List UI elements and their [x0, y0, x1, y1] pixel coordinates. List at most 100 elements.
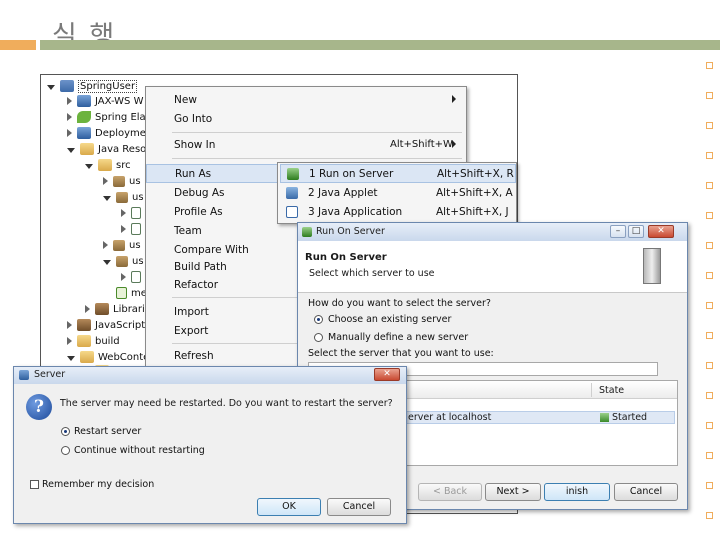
collapse-icon[interactable]: [67, 113, 72, 121]
expand-icon[interactable]: [103, 195, 111, 201]
tree-item-label: src: [116, 159, 131, 171]
maximize-button[interactable]: □: [628, 225, 644, 238]
tree-item[interactable]: Deployme: [67, 125, 146, 141]
next-button[interactable]: Next >: [485, 483, 541, 501]
tree-item[interactable]: us: [103, 173, 141, 189]
tree-item-label: us: [132, 191, 144, 203]
collapse-icon[interactable]: [121, 209, 126, 217]
menu-item-label: Refactor: [174, 278, 219, 291]
server-state: Started: [612, 412, 648, 423]
radio-continue-without-restart[interactable]: [61, 446, 70, 455]
menu-item-label: Debug As: [174, 186, 225, 199]
close-button[interactable]: ✕: [648, 225, 674, 238]
ok-button[interactable]: OK: [257, 498, 321, 516]
tree-item[interactable]: [121, 205, 145, 221]
bullet-square: [706, 212, 713, 219]
restart-message: The server may need be restarted. Do you…: [60, 398, 393, 409]
collapse-icon[interactable]: [85, 305, 90, 313]
menu-item-label: Build Path: [174, 260, 227, 273]
collapse-icon[interactable]: [67, 97, 72, 105]
tree-item[interactable]: us: [103, 253, 144, 269]
submenu-item-java-application[interactable]: 3 Java Application Alt+Shift+X, J: [280, 202, 516, 221]
option-continue-label: Continue without restarting: [74, 445, 205, 456]
tree-item[interactable]: build: [67, 333, 120, 349]
java-file-icon: [131, 207, 141, 219]
collapse-icon[interactable]: [121, 273, 126, 281]
radio-manual-server[interactable]: [314, 333, 323, 342]
tree-item[interactable]: JavaScriptU: [67, 317, 152, 333]
tree-item[interactable]: Java Resou: [67, 141, 153, 157]
tree-item[interactable]: src: [85, 157, 131, 173]
web-folder-icon: [80, 351, 94, 363]
bullet-square: [706, 302, 713, 309]
column-header-state[interactable]: State: [599, 385, 624, 396]
tree-item[interactable]: me: [116, 285, 147, 301]
tree-item[interactable]: [121, 269, 145, 285]
collapse-icon[interactable]: [67, 337, 72, 345]
expand-icon[interactable]: [47, 84, 55, 90]
cancel-button[interactable]: Cancel: [327, 498, 391, 516]
menu-item-profile-as[interactable]: Profile As: [146, 202, 278, 221]
menu-item-debug-as[interactable]: Debug As: [146, 183, 278, 202]
collapse-icon[interactable]: [103, 241, 108, 249]
tree-item[interactable]: us: [103, 237, 141, 253]
menu-item-team[interactable]: Team: [146, 221, 278, 240]
menu-item-new[interactable]: New: [146, 90, 456, 109]
menu-item-label: Run As: [175, 167, 212, 180]
expand-icon[interactable]: [67, 355, 75, 361]
menu-item-refresh[interactable]: Refresh: [146, 346, 278, 365]
menu-item-refactor[interactable]: Refactor: [146, 275, 278, 294]
collapse-icon[interactable]: [103, 177, 108, 185]
menu-item-export[interactable]: Export: [146, 321, 278, 340]
submenu-shortcut: Alt+Shift+X, A: [436, 186, 513, 199]
remember-checkbox[interactable]: [30, 480, 39, 489]
header-description: Select which server to use: [309, 268, 435, 279]
menu-item-label: Team: [174, 224, 202, 237]
collapse-icon[interactable]: [67, 129, 72, 137]
tree-item[interactable]: us: [103, 189, 144, 205]
tree-item-label: build: [95, 335, 120, 347]
menu-item-label: Refresh: [174, 349, 214, 362]
question-icon: ?: [26, 394, 52, 420]
bullet-square: [706, 392, 713, 399]
menu-item-import[interactable]: Import: [146, 302, 278, 321]
submenu-item-run-on-server[interactable]: 1 Run on Server Alt+Shift+X, R: [280, 164, 516, 183]
collapse-icon[interactable]: [121, 225, 126, 233]
cancel-button[interactable]: Cancel: [614, 483, 678, 501]
submenu-item-java-applet[interactable]: 2 Java Applet Alt+Shift+X, A: [280, 183, 516, 202]
submenu-shortcut: Alt+Shift+X, J: [436, 205, 509, 218]
package-icon: [116, 191, 128, 203]
radio-restart-server[interactable]: [61, 427, 70, 436]
remember-label: Remember my decision: [42, 479, 155, 490]
finish-button[interactable]: inish: [544, 483, 610, 501]
expand-icon[interactable]: [103, 259, 111, 265]
menu-item-go-into[interactable]: Go Into: [146, 109, 278, 128]
tree-item[interactable]: Spring Ela: [67, 109, 146, 125]
back-button[interactable]: < Back: [418, 483, 482, 501]
header-bar-accent: [0, 40, 36, 50]
close-button[interactable]: ✕: [374, 368, 400, 381]
menu-item-run-as[interactable]: Run As: [146, 164, 278, 183]
java-applet-icon: [286, 186, 298, 199]
dialog-titlebar: Run On Server – □ ✕: [298, 223, 687, 241]
bullet-square: [706, 242, 713, 249]
tree-item-springuser[interactable]: SpringUser: [47, 78, 138, 94]
select-server-label: Select the server that you want to use:: [308, 348, 494, 359]
dialog-header: Run On Server Select which server to use: [298, 241, 687, 293]
menu-item-build-path[interactable]: Build Path: [146, 257, 278, 276]
tree-item[interactable]: JAX-WS W: [67, 93, 143, 109]
radio-existing-server[interactable]: [314, 315, 323, 324]
tree-item[interactable]: [121, 221, 145, 237]
tree-item[interactable]: Librari: [85, 301, 145, 317]
minimize-button[interactable]: –: [610, 225, 626, 238]
bullet-square: [706, 122, 713, 129]
bullet-square: [706, 272, 713, 279]
option-existing-label: Choose an existing server: [328, 314, 452, 325]
expand-icon[interactable]: [67, 147, 75, 153]
collapse-icon[interactable]: [67, 321, 72, 329]
source-folder-icon: [98, 159, 112, 171]
menu-item-show-in[interactable]: Show In Alt+Shift+W: [146, 135, 456, 154]
expand-icon[interactable]: [85, 163, 93, 169]
server-icon: [643, 248, 661, 284]
javascript-icon: [77, 319, 91, 331]
